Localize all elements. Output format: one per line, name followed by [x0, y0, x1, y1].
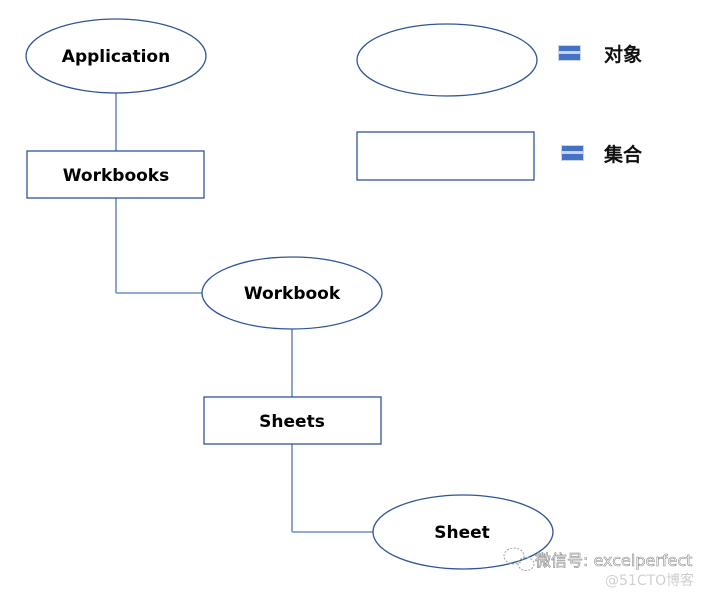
node-label: Workbook: [244, 284, 341, 304]
legend-collection: 集合: [356, 131, 643, 181]
watermark-51cto: @51CTO博客: [605, 572, 694, 589]
node-label: Sheets: [259, 412, 325, 432]
node-application[interactable]: Application: [25, 18, 207, 94]
node-sheets[interactable]: Sheets: [203, 396, 382, 445]
object-model-diagram: Application Workbooks Workbook Sheets Sh…: [25, 18, 694, 589]
node-workbooks[interactable]: Workbooks: [26, 150, 205, 199]
node-label: Sheet: [434, 523, 490, 543]
legend-label-collection: 集合: [603, 143, 643, 166]
legend-object: 对象: [356, 23, 642, 97]
watermark-wechat-id: 微信号: excelperfect: [535, 551, 692, 570]
legend-rectangle-sample: [356, 131, 535, 181]
equals-icon: [561, 145, 584, 161]
node-label: Application: [62, 47, 170, 67]
legend-ellipse-sample: [356, 23, 538, 97]
legend-label-object: 对象: [604, 43, 642, 66]
equals-icon: [558, 45, 581, 61]
node-label: Workbooks: [63, 166, 169, 186]
node-sheet[interactable]: Sheet: [372, 494, 554, 570]
node-workbook[interactable]: Workbook: [201, 256, 383, 330]
